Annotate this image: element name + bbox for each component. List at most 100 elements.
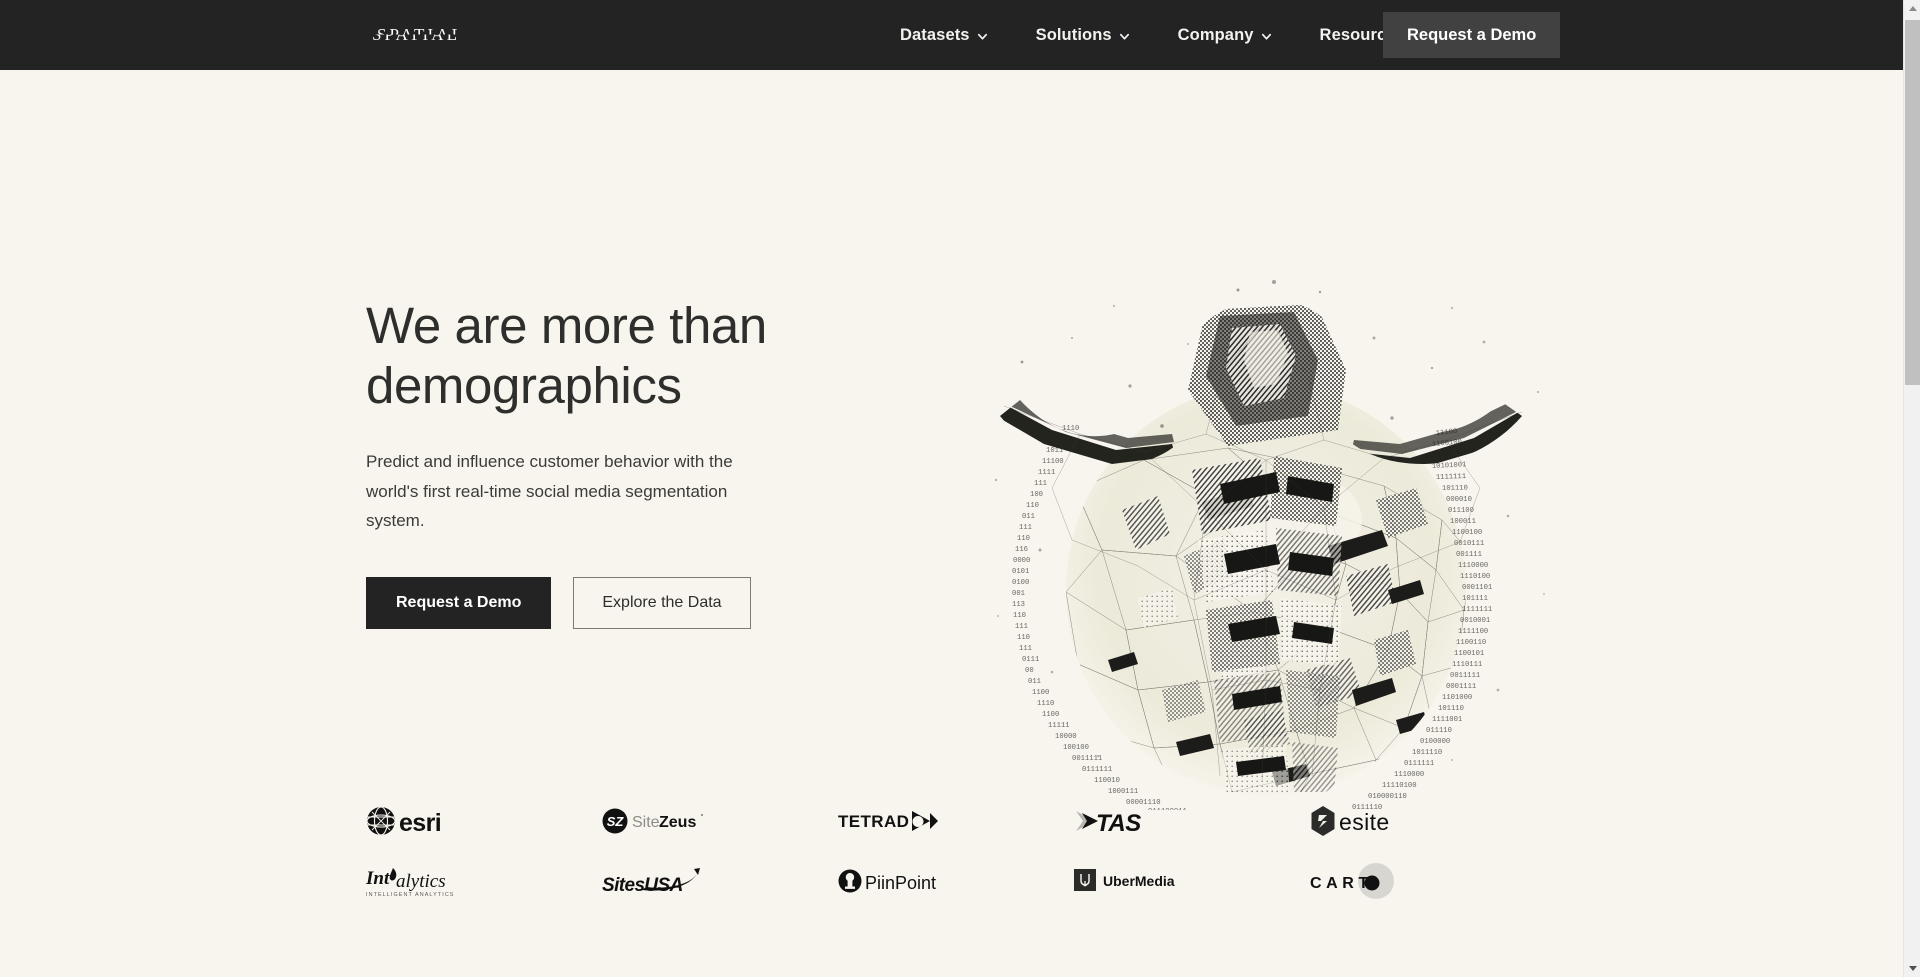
speckles	[994, 280, 1545, 761]
nav-item-company[interactable]: Company	[1154, 0, 1296, 70]
svg-text:116: 116	[1015, 546, 1028, 554]
svg-text:1110000: 1110000	[1458, 562, 1488, 570]
partner-logo-esite[interactable]: esite	[1310, 792, 1546, 850]
svg-text:011: 011	[1022, 513, 1035, 521]
svg-text:1101000: 1101000	[1442, 694, 1472, 702]
nav-label-company: Company	[1177, 25, 1254, 44]
svg-text:113: 113	[1012, 601, 1025, 609]
svg-text:Int: Int	[366, 868, 390, 889]
page-scrollbar[interactable]	[1903, 0, 1920, 977]
play-triangle-icon	[912, 811, 938, 831]
svg-text:100011: 100011	[1450, 518, 1476, 526]
svg-text:110: 110	[1017, 634, 1030, 642]
partner-logo-esri[interactable]: esri	[366, 792, 602, 850]
svg-text:0010001: 0010001	[1460, 617, 1490, 625]
binary-ring: 11100 1100100 010111111 10101001 1111111…	[1012, 425, 1492, 810]
svg-text:1100100: 1100100	[1432, 438, 1463, 449]
svg-text:0111: 0111	[1022, 656, 1039, 664]
svg-text:alytics: alytics	[396, 871, 446, 892]
hero-subtitle: Predict and influence customer behavior …	[366, 452, 733, 530]
svg-text:0001111: 0001111	[1446, 683, 1476, 691]
hexagon-icon	[1311, 806, 1335, 836]
svg-text:110: 110	[1013, 612, 1026, 620]
svg-text:100: 100	[1030, 491, 1043, 499]
svg-text:1110: 1110	[1037, 700, 1054, 708]
arrow-chevron-icon	[1076, 811, 1098, 831]
svg-text:1100: 1100	[1042, 711, 1059, 719]
svg-text:1100100: 1100100	[1452, 529, 1482, 537]
partner-logo-tetrad[interactable]: TETRAD	[838, 792, 1074, 850]
svg-text:0100000: 0100000	[1420, 738, 1450, 746]
hero-explore-data-button[interactable]: Explore the Data	[573, 577, 751, 630]
svg-text:Zeus: Zeus	[659, 814, 696, 831]
partner-logo-carto[interactable]: CART	[1310, 852, 1546, 910]
sz-badge-icon: SZ	[602, 808, 628, 834]
hero-artwork: 11100 1100100 010111111 10101001 1111111…	[876, 220, 1616, 810]
svg-text:1111111: 1111111	[1436, 473, 1466, 482]
svg-text:0111111: 0111111	[1404, 760, 1434, 768]
svg-text:esri: esri	[399, 809, 441, 837]
svg-text:1111001: 1111001	[1432, 716, 1462, 724]
svg-text:11100: 11100	[1435, 428, 1457, 438]
svg-text:esite: esite	[1339, 809, 1390, 835]
spatial-wordmark: SPATIAL SPATIAL	[372, 24, 478, 46]
svg-text:TETRAD: TETRAD	[838, 812, 909, 831]
svg-text:001: 001	[1012, 590, 1025, 598]
partner-logo-intalytics[interactable]: Int alytics INTELLIGENT ANALYTICS	[366, 852, 602, 910]
svg-text:00: 00	[1025, 667, 1034, 675]
partner-logo-piinpoint[interactable]: PiinPoint	[838, 852, 1074, 910]
svg-text:10000: 10000	[1055, 733, 1077, 741]
chevron-down-icon	[1119, 31, 1130, 42]
svg-text:1100: 1100	[1032, 689, 1049, 697]
svg-text:110: 110	[1017, 535, 1030, 543]
browser-viewport: SPATIAL SPATIAL Datasets Solutions Compa…	[0, 0, 1920, 977]
sphere-mesh	[1066, 447, 1466, 795]
svg-text:1110100: 1110100	[1460, 573, 1490, 581]
svg-text:UberMedia: UberMedia	[1103, 873, 1175, 889]
svg-text:0011111: 0011111	[1450, 672, 1480, 680]
svg-text:1011110: 1011110	[1412, 749, 1442, 757]
pin-circle-icon	[838, 869, 862, 893]
svg-text:1100101: 1100101	[1454, 650, 1484, 658]
chevron-down-icon	[977, 31, 988, 42]
svg-text:1110111: 1110111	[1452, 661, 1482, 669]
svg-text:0011111: 0011111	[1072, 755, 1102, 763]
nav-links-group: Datasets Solutions Company Resources	[876, 0, 1447, 70]
svg-text:101110: 101110	[1438, 705, 1464, 713]
svg-text:110: 110	[1026, 502, 1039, 510]
svg-text:11111: 11111	[1048, 722, 1070, 730]
svg-text:SZ: SZ	[607, 814, 625, 829]
svg-text:101111: 101111	[1462, 595, 1488, 603]
partner-logo-sitezeus[interactable]: SZ Site Zeus	[602, 792, 838, 850]
hero-title-line-1: We are more than	[366, 297, 767, 354]
nav-item-solutions[interactable]: Solutions	[1012, 0, 1154, 70]
svg-text:010111111: 010111111	[1428, 449, 1467, 460]
nav-label-datasets: Datasets	[900, 25, 970, 44]
partner-logo-sitesusa[interactable]: SitesUSA	[602, 852, 838, 910]
figure-silhouette	[1000, 304, 1522, 792]
nav-label-solutions: Solutions	[1035, 25, 1112, 44]
partner-logo-ubermedia[interactable]: UberMedia	[1074, 852, 1310, 910]
svg-text:110010: 110010	[1094, 777, 1120, 785]
uber-square-icon	[1074, 869, 1096, 891]
scroll-up-button[interactable]	[1904, 0, 1920, 17]
svg-text:011110: 011110	[1426, 727, 1452, 735]
svg-text:100100: 100100	[1063, 744, 1089, 752]
scrollbar-thumb[interactable]	[1905, 20, 1920, 385]
scroll-down-icon	[1908, 966, 1917, 971]
svg-text:000010: 000010	[1446, 496, 1472, 504]
scroll-down-button[interactable]	[1904, 960, 1920, 977]
partner-logo-tas[interactable]: TAS	[1074, 792, 1310, 850]
main-navigation-bar: SPATIAL SPATIAL Datasets Solutions Compa…	[0, 0, 1903, 70]
page-content: SPATIAL SPATIAL Datasets Solutions Compa…	[0, 0, 1903, 977]
svg-text:SitesUSA: SitesUSA	[602, 875, 683, 896]
site-logo[interactable]: SPATIAL SPATIAL	[372, 20, 478, 50]
svg-text:10101001: 10101001	[1432, 461, 1467, 471]
nav-item-datasets[interactable]: Datasets	[876, 0, 1012, 70]
nav-request-demo-button[interactable]: Request a Demo	[1383, 12, 1561, 58]
hero-request-demo-button[interactable]: Request a Demo	[366, 577, 552, 630]
svg-text:CART: CART	[1310, 875, 1373, 892]
svg-text:1110000: 1110000	[1394, 771, 1424, 779]
svg-text:111: 111	[1019, 524, 1032, 532]
svg-text:11100: 11100	[1042, 458, 1064, 466]
